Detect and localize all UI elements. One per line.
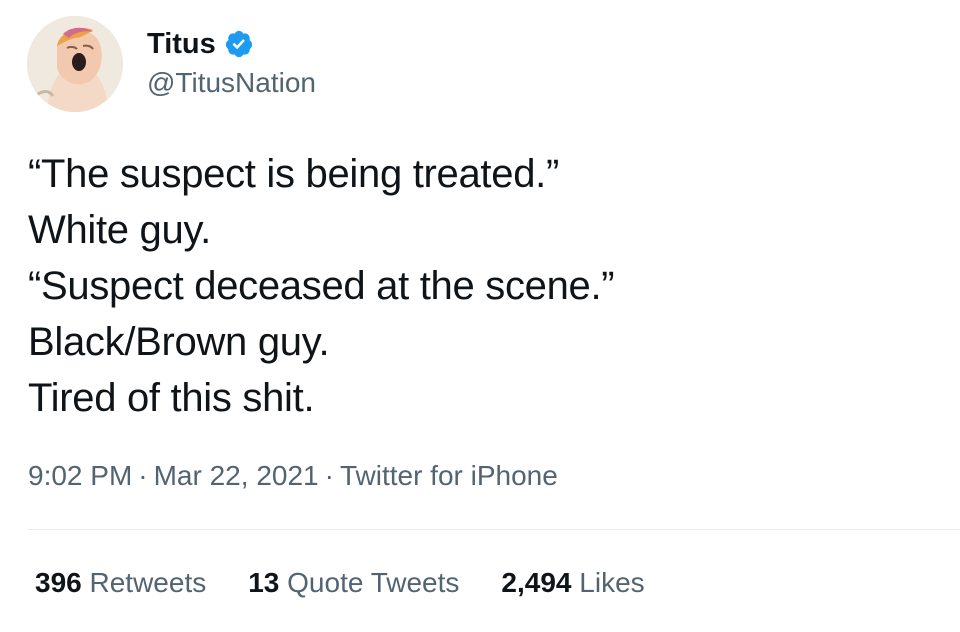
tweet-stats: 396 Retweets 13 Quote Tweets 2,494 Likes [35, 564, 687, 602]
tweet-meta: 9:02 PM · Mar 22, 2021 · Twitter for iPhone [28, 458, 558, 494]
user-handle[interactable]: @TitusNation [147, 66, 316, 100]
verified-badge-icon [224, 29, 254, 59]
tweet-line: White guy. [28, 208, 211, 252]
likes-label: Likes [579, 567, 645, 598]
divider [28, 529, 960, 530]
meta-separator: · [324, 460, 334, 491]
avatar-image [27, 16, 123, 112]
avatar[interactable] [27, 16, 123, 112]
retweets-label: Retweets [89, 567, 207, 598]
tweet-source[interactable]: Twitter for iPhone [340, 460, 558, 491]
quote-tweets-count: 13 [248, 567, 280, 598]
display-name[interactable]: Titus [147, 26, 216, 62]
likes-count: 2,494 [501, 567, 572, 598]
tweet-text: “The suspect is being treated.” White gu… [28, 146, 928, 426]
meta-separator: · [138, 460, 148, 491]
tweet-line: Black/Brown guy. [28, 320, 330, 364]
tweet-line: “Suspect deceased at the scene.” [28, 264, 615, 308]
retweets-count: 396 [35, 567, 82, 598]
tweet-date[interactable]: Mar 22, 2021 [154, 460, 319, 491]
tweet-line: Tired of this shit. [28, 376, 315, 420]
tweet-time[interactable]: 9:02 PM [28, 460, 132, 491]
tweet-line: “The suspect is being treated.” [28, 152, 559, 196]
retweets-stat[interactable]: 396 Retweets [35, 564, 206, 602]
quote-tweets-label: Quote Tweets [287, 567, 460, 598]
likes-stat[interactable]: 2,494 Likes [501, 564, 644, 602]
quote-tweets-stat[interactable]: 13 Quote Tweets [248, 564, 459, 602]
name-row: Titus [147, 26, 254, 62]
